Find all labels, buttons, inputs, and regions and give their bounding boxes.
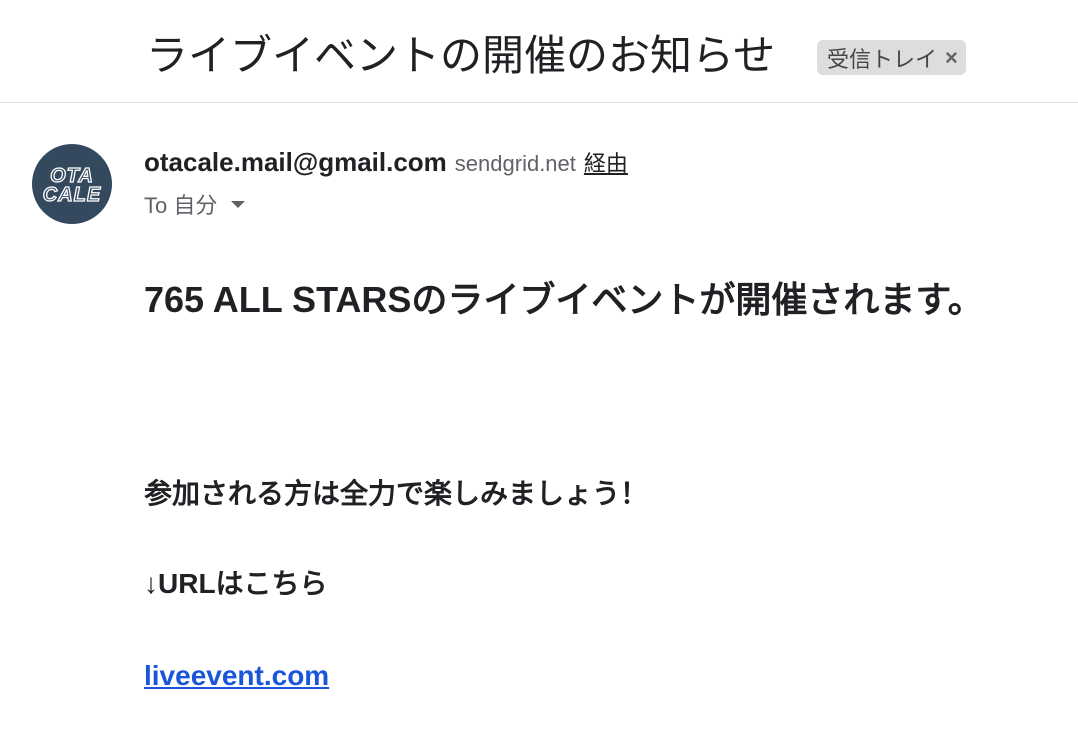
- via-domain: sendgrid.net: [454, 151, 576, 176]
- remove-label-icon[interactable]: ×: [945, 46, 958, 69]
- recipient-details-toggle[interactable]: To 自分: [144, 188, 246, 220]
- body-line-enjoy: 参加される方は全力で楽しみましょう！: [144, 478, 649, 509]
- inbox-label-text: 受信トレイ: [827, 46, 938, 72]
- email-subject: ライブイベントの開催のお知らせ: [146, 32, 776, 79]
- event-url-link[interactable]: liveevent.com: [144, 656, 329, 696]
- sender-avatar[interactable]: OTA CALE: [32, 144, 112, 224]
- inbox-label-chip[interactable]: 受信トレイ ×: [817, 40, 966, 75]
- email-header: ライブイベントの開催のお知らせ 受信トレイ ×: [0, 0, 1078, 103]
- body-line-url-intro: ↓URLはこちら: [144, 568, 328, 599]
- sender-email[interactable]: otacale.mail@gmail.com: [144, 147, 447, 178]
- avatar-logo-line2: CALE: [43, 184, 101, 206]
- sender-line: otacale.mail@gmail.com sendgrid.net 経由: [144, 146, 628, 178]
- caret-down-icon[interactable]: [231, 200, 246, 208]
- body-heading: 765 ALL STARSのライブイベントが開催されます。: [144, 279, 984, 320]
- recipient-text: To 自分: [144, 193, 218, 218]
- via-help-link[interactable]: 経由: [584, 146, 628, 178]
